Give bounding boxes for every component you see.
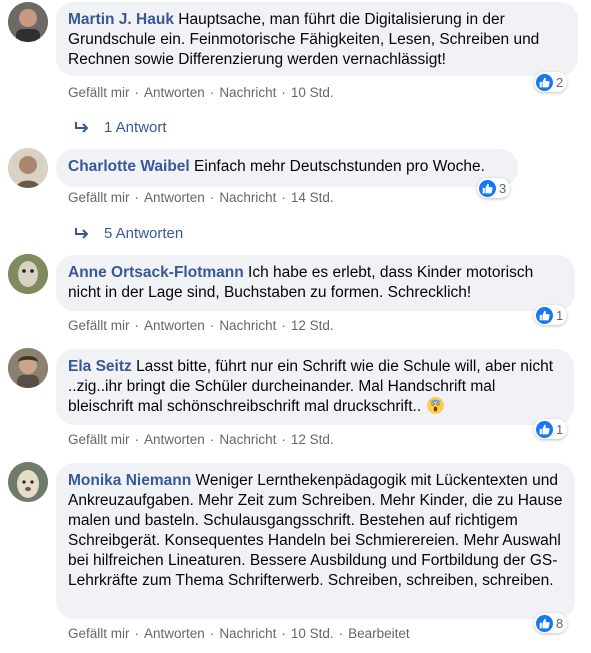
avatar[interactable]: [8, 348, 48, 388]
comment-text: Lasst bitte, führt nur ein Schrift wie d…: [68, 358, 554, 415]
comment-actions: Gefällt mir · Antworten · Nachricht · 12 Std.: [68, 432, 334, 447]
comment-text: Einfach mehr Deutschstunden pro Woche.: [194, 158, 485, 175]
reply-link[interactable]: Antworten: [144, 190, 205, 205]
reaction-count[interactable]: 1: [534, 305, 568, 325]
reaction-number: 8: [556, 615, 564, 631]
thumbs-up-icon: [536, 306, 553, 324]
comment-author[interactable]: Martin J. Hauk: [68, 11, 174, 28]
like-link[interactable]: Gefällt mir: [68, 626, 130, 641]
reply-arrow-icon: [74, 227, 90, 241]
comment-time[interactable]: 12 Std.: [291, 432, 334, 447]
view-replies-link[interactable]: 1 Antwort: [74, 119, 167, 136]
thumbs-up-icon: [479, 179, 496, 197]
like-link[interactable]: Gefällt mir: [68, 85, 130, 100]
reply-arrow-icon: [74, 121, 90, 135]
comment-time[interactable]: 10 Std.: [291, 85, 334, 100]
comment-author[interactable]: Anne Ortsack-Flotmann: [68, 264, 244, 281]
avatar[interactable]: [8, 462, 48, 502]
reply-link[interactable]: Antworten: [144, 318, 205, 333]
comment-time[interactable]: 12 Std.: [291, 318, 334, 333]
comment-text: Weniger Lernthekenpädagogik mit Lückente…: [68, 472, 563, 589]
replies-count: 5 Antworten: [104, 225, 184, 242]
comment-bubble: Ela Seitz Lasst bitte, führt nur ein Sch…: [56, 349, 574, 425]
comment-bubble: Anne Ortsack-Flotmann Ich habe es erlebt…: [56, 255, 575, 311]
reply-link[interactable]: Antworten: [144, 432, 205, 447]
reaction-number: 1: [556, 421, 564, 437]
avatar[interactable]: [8, 2, 48, 42]
comment-time[interactable]: 14 Std.: [291, 190, 334, 205]
comment-bubble: Charlotte Waibel Einfach mehr Deutschstu…: [56, 149, 518, 187]
comment-author[interactable]: Charlotte Waibel: [68, 158, 190, 175]
reaction-count[interactable]: 2: [534, 72, 568, 92]
reaction-number: 3: [499, 180, 507, 196]
reaction-count[interactable]: 8: [534, 613, 568, 633]
comment-actions: Gefällt mir · Antworten · Nachricht · 14 Std.: [68, 190, 334, 205]
reply-link[interactable]: Antworten: [144, 85, 205, 100]
thumbs-up-icon: [536, 420, 553, 438]
like-link[interactable]: Gefällt mir: [68, 318, 130, 333]
comment-actions: Gefällt mir · Antworten · Nachricht · 12 Std.: [68, 318, 334, 333]
edited-label[interactable]: Bearbeitet: [348, 626, 410, 641]
like-link[interactable]: Gefällt mir: [68, 190, 130, 205]
like-link[interactable]: Gefällt mir: [68, 432, 130, 447]
replies-count: 1 Antwort: [104, 119, 167, 136]
message-link[interactable]: Nachricht: [219, 190, 276, 205]
face-screaming-emoji-icon: [427, 397, 445, 414]
message-link[interactable]: Nachricht: [219, 432, 276, 447]
message-link[interactable]: Nachricht: [219, 85, 276, 100]
reply-link[interactable]: Antworten: [144, 626, 205, 641]
comment-bubble: Martin J. Hauk Hauptsache, man führt die…: [56, 2, 578, 76]
reaction-number: 2: [556, 74, 564, 90]
comment-actions: Gefällt mir · Antworten · Nachricht · 10 Std. ·…: [68, 626, 410, 641]
comment-bubble: Monika Niemann Weniger Lernthekenpädagog…: [56, 463, 575, 619]
reaction-count[interactable]: 3: [477, 178, 511, 198]
comment-author[interactable]: Monika Niemann: [68, 472, 191, 489]
view-replies-link[interactable]: 5 Antworten: [74, 225, 183, 242]
thumbs-up-icon: [536, 73, 553, 91]
avatar[interactable]: [8, 254, 48, 294]
avatar[interactable]: [8, 148, 48, 188]
comment-actions: Gefällt mir · Antworten · Nachricht · 10 Std.: [68, 85, 334, 100]
comment-time[interactable]: 10 Std.: [291, 626, 334, 641]
message-link[interactable]: Nachricht: [219, 318, 276, 333]
message-link[interactable]: Nachricht: [219, 626, 276, 641]
thumbs-up-icon: [536, 614, 553, 632]
comment-author[interactable]: Ela Seitz: [68, 358, 132, 375]
reaction-count[interactable]: 1: [534, 419, 568, 439]
reaction-number: 1: [556, 307, 564, 323]
